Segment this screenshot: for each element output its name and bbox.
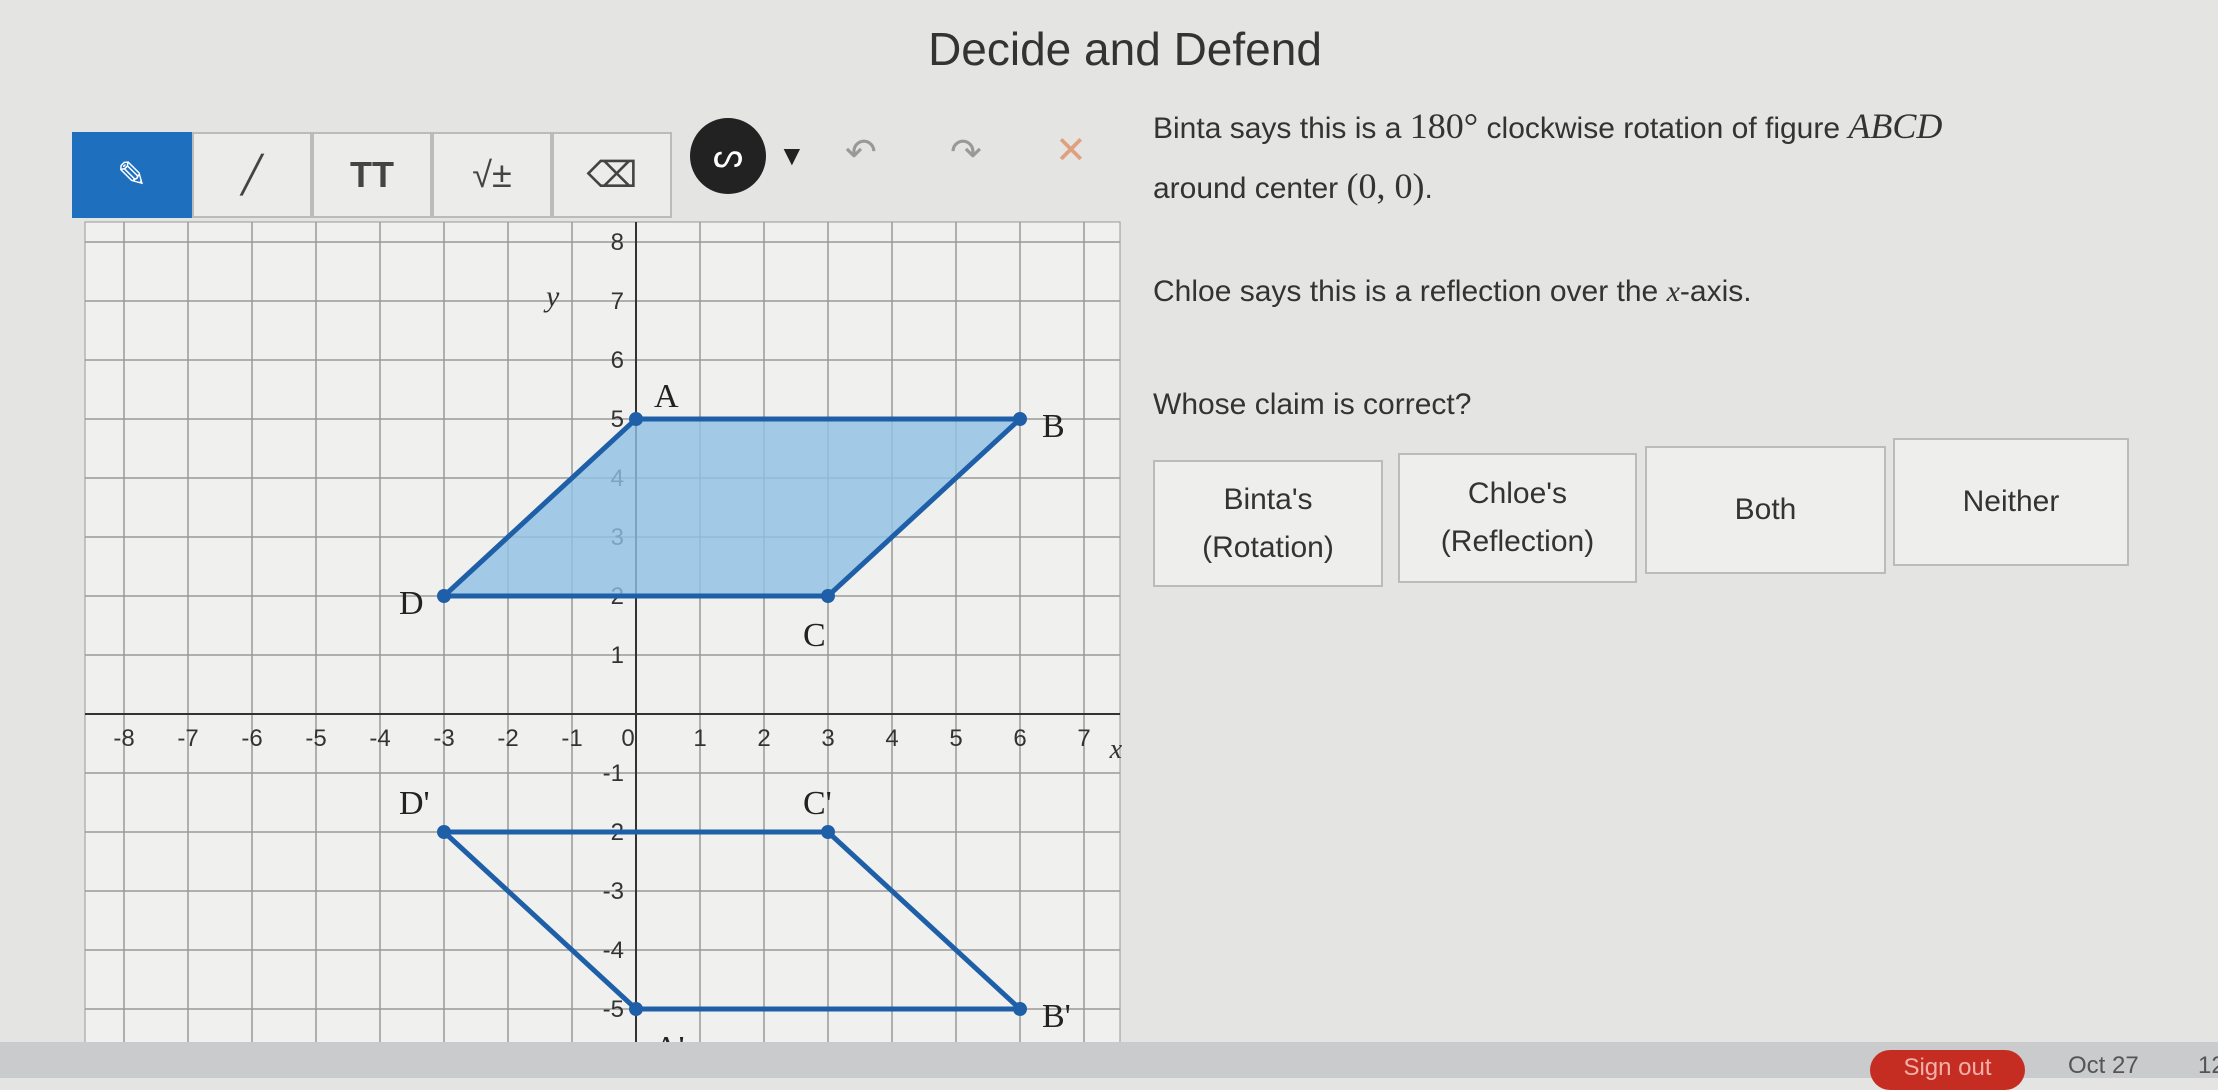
y-tick-label: -4 [603, 937, 624, 964]
date: Oct 27 [2068, 1052, 2139, 1079]
question: Whose claim is correct? [1153, 388, 1472, 421]
vertex-label: B [1042, 408, 1065, 445]
y-tick-label: -3 [603, 878, 624, 905]
vertex-point [629, 412, 643, 426]
binta-claim-line2: around center (0, 0). [1153, 165, 1433, 207]
vertex-point [821, 589, 835, 603]
choice-chloe[interactable]: Chloe's (Reflection) [1398, 453, 1637, 583]
x-tick-label: -8 [113, 725, 134, 752]
center: (0, 0) [1346, 166, 1425, 206]
time: 12 [2198, 1052, 2218, 1079]
choice-neither[interactable]: Neither [1893, 438, 2129, 566]
vertex-label: C [803, 617, 826, 654]
y-tick-label: 1 [611, 642, 624, 669]
graph-background [84, 221, 1121, 1061]
vertex-label: B' [1042, 998, 1071, 1035]
vertex-label: C' [803, 785, 832, 822]
choice-sublabel: (Rotation) [1202, 530, 1334, 564]
x-tick-label: 3 [821, 725, 834, 752]
x-axis-label: x [1109, 734, 1123, 765]
figure-name: ABCD [1848, 106, 1943, 146]
x-tick-label: -4 [369, 725, 390, 752]
text: -axis. [1679, 275, 1752, 308]
binta-claim: Binta says this is a 180° clockwise rota… [1153, 105, 1942, 147]
variable: x [1666, 275, 1680, 308]
text: clockwise rotation of figure [1486, 112, 1841, 145]
choice-label: Chloe's [1467, 477, 1568, 510]
text: Binta says this is a [1153, 112, 1402, 145]
angle: 180° [1409, 106, 1479, 146]
vertex-label: D [399, 585, 424, 622]
y-tick-label: 7 [611, 288, 624, 315]
x-tick-label: 4 [885, 725, 898, 752]
vertex-point [437, 589, 451, 603]
choice-label: Neither [1962, 485, 2060, 518]
y-tick-label: 8 [611, 229, 624, 256]
x-tick-label: -7 [177, 725, 198, 752]
x-tick-label: 2 [757, 725, 770, 752]
x-tick-label: -6 [241, 725, 262, 752]
text: around center [1153, 172, 1339, 205]
vertex-point [1013, 412, 1027, 426]
vertex-label: A [654, 378, 679, 415]
coordinate-graph[interactable]: -8-7-6-5-4-3-2-101234567887654321-1-2-3-… [0, 0, 1140, 1078]
x-tick-label: -1 [561, 725, 582, 752]
x-tick-label: 7 [1077, 725, 1090, 752]
sign-out-button[interactable]: Sign out [1870, 1050, 2025, 1090]
x-tick-label: 6 [1013, 725, 1026, 752]
x-tick-label: 0 [621, 725, 634, 752]
x-tick-label: 1 [693, 725, 706, 752]
vertex-point [821, 825, 835, 839]
y-axis-label: y [543, 280, 560, 313]
choice-binta[interactable]: Binta's (Rotation) [1153, 460, 1383, 587]
x-tick-label: 5 [949, 725, 962, 752]
vertex-point [437, 825, 451, 839]
text: Chloe says this is a reflection over the [1153, 275, 1659, 308]
choice-sublabel: (Reflection) [1440, 525, 1595, 558]
y-tick-label: -5 [603, 996, 624, 1023]
x-tick-label: -3 [433, 725, 454, 752]
choice-label: Both [1734, 493, 1797, 526]
x-tick-label: -5 [305, 725, 326, 752]
chloe-claim: Chloe says this is a reflection over the… [1153, 275, 1752, 309]
y-tick-label: 6 [611, 347, 624, 374]
vertex-point [629, 1002, 643, 1016]
text: . [1424, 172, 1433, 205]
x-tick-label: -2 [497, 725, 518, 752]
choice-both[interactable]: Both [1645, 446, 1886, 574]
choice-label: Binta's [1223, 482, 1313, 516]
vertex-point [1013, 1002, 1027, 1016]
y-tick-label: -1 [603, 760, 624, 787]
vertex-label: D' [399, 785, 430, 822]
